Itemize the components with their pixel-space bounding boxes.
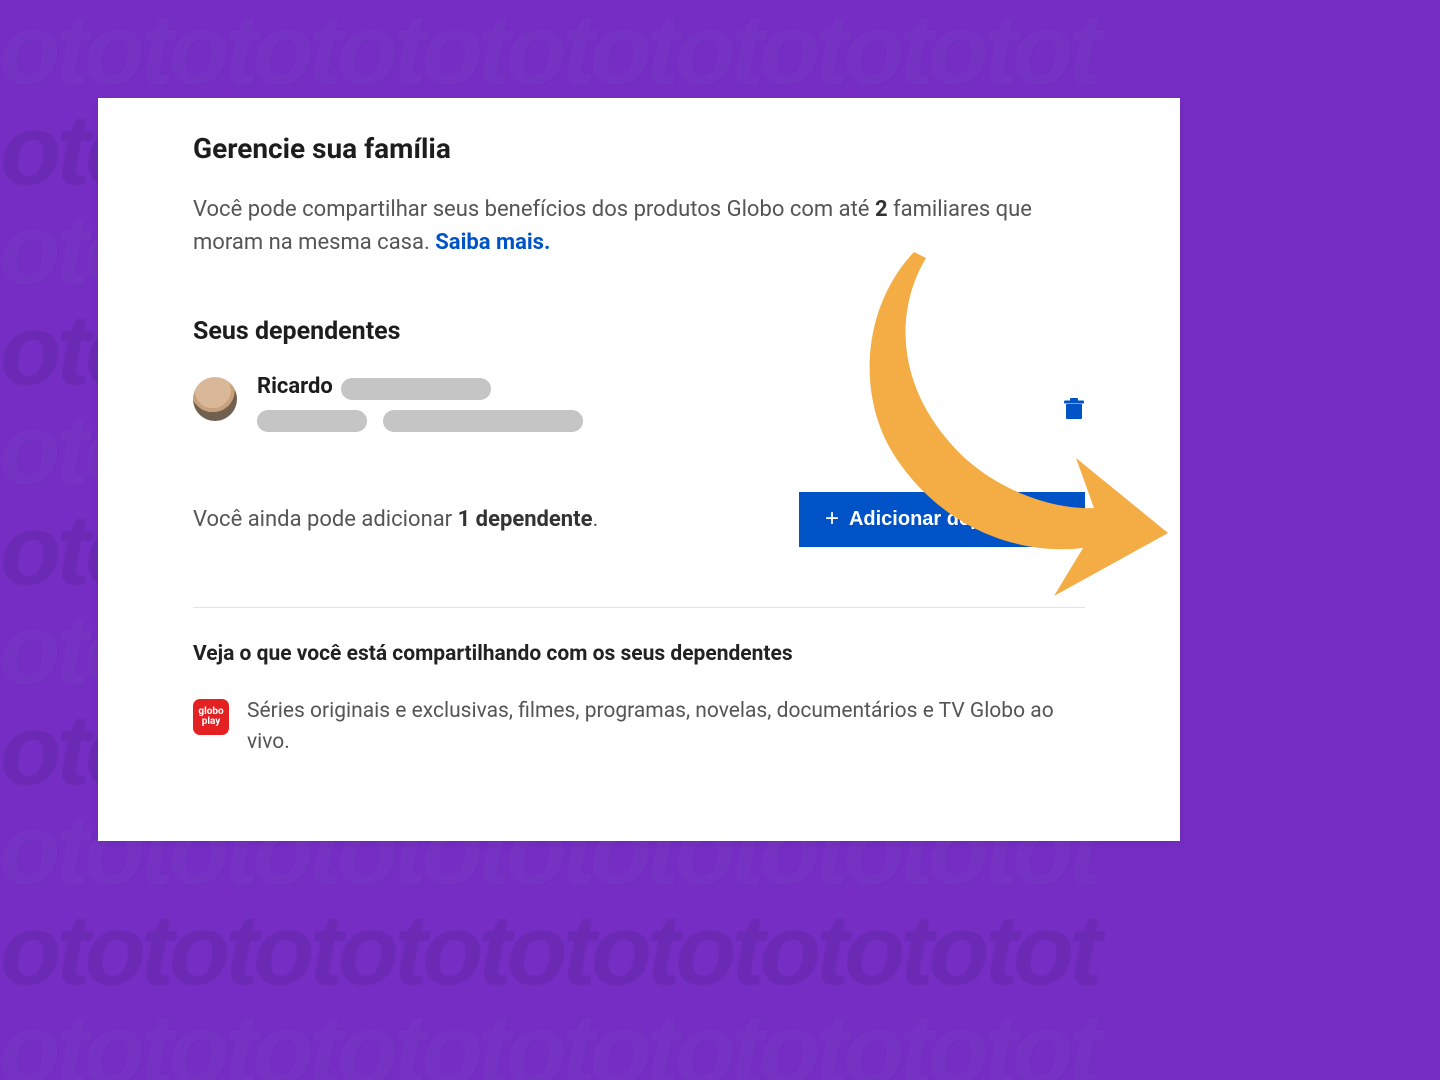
dependent-row: Ricardo [193,374,1085,432]
avatar [193,377,237,421]
redacted-surname [341,378,491,400]
add-dependent-bar: Você ainda pode adicionar 1 dependente. … [193,492,1085,547]
curved-arrow-icon [796,248,1176,628]
redacted-email-user [257,410,367,432]
divider [193,607,1085,608]
sharing-description: Séries originais e exclusivas, filmes, p… [247,696,1085,759]
remaining-count: 1 dependente [458,507,593,532]
learn-more-link[interactable]: Saiba mais. [435,230,550,255]
trash-icon [1064,398,1084,420]
globoplay-icon: globo play [193,699,229,735]
sharing-title: Veja o que você está compartilhando com … [193,642,1085,666]
page-title: Gerencie sua família [193,132,1085,165]
redacted-email-domain [383,410,583,432]
dependent-name: Ricardo [257,374,333,399]
dependent-info: Ricardo [257,374,1085,432]
add-button-label: Adicionar dependente [849,508,1059,531]
page-subtitle: Você pode compartilhar seus benefícios d… [193,193,1085,259]
remaining-text: Você ainda pode adicionar 1 dependente. [193,507,598,532]
remaining-post: . [592,507,598,532]
remaining-pre: Você ainda pode adicionar [193,507,458,532]
family-management-card: Gerencie sua família Você pode compartil… [98,98,1180,841]
subtitle-max-count: 2 [875,197,888,222]
dependents-title: Seus dependentes [193,317,1085,346]
sharing-item: globo play Séries originais e exclusivas… [193,696,1085,759]
subtitle-text-pre: Você pode compartilhar seus benefícios d… [193,197,875,222]
add-dependent-button[interactable]: + Adicionar dependente [799,492,1085,547]
delete-dependent-button[interactable] [1059,394,1089,424]
annotation-arrow [796,248,1176,628]
